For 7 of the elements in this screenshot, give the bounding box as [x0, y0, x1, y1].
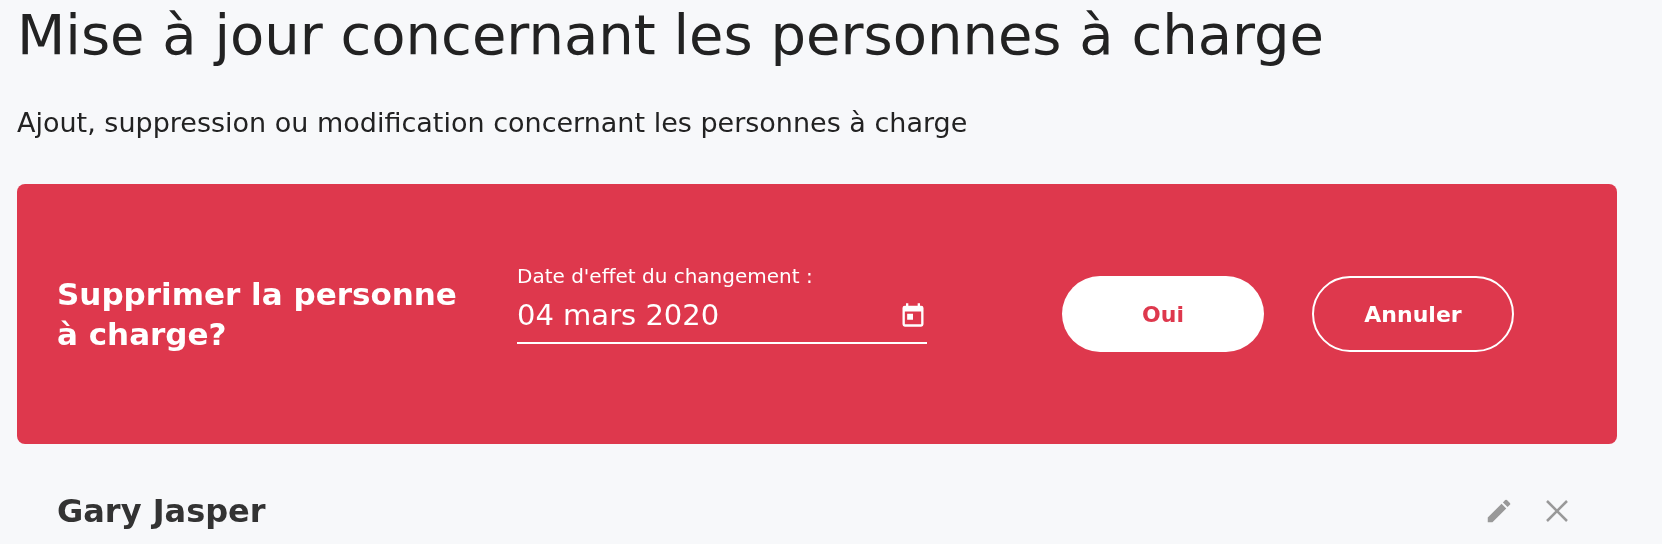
- date-field[interactable]: Date d'effet du changement : 04 mars 2020: [517, 264, 927, 344]
- delete-question: Supprimer la personne à charge?: [57, 275, 458, 354]
- confirm-button[interactable]: Oui: [1062, 276, 1264, 352]
- page-subtitle: Ajout, suppression ou modification concernant les personnes à charge: [17, 106, 969, 140]
- dependent-name: Gary Jasper: [57, 492, 266, 530]
- cancel-button[interactable]: Annuler: [1312, 276, 1514, 352]
- page-title: Mise à jour concernant les personnes à charge: [17, 1, 1326, 68]
